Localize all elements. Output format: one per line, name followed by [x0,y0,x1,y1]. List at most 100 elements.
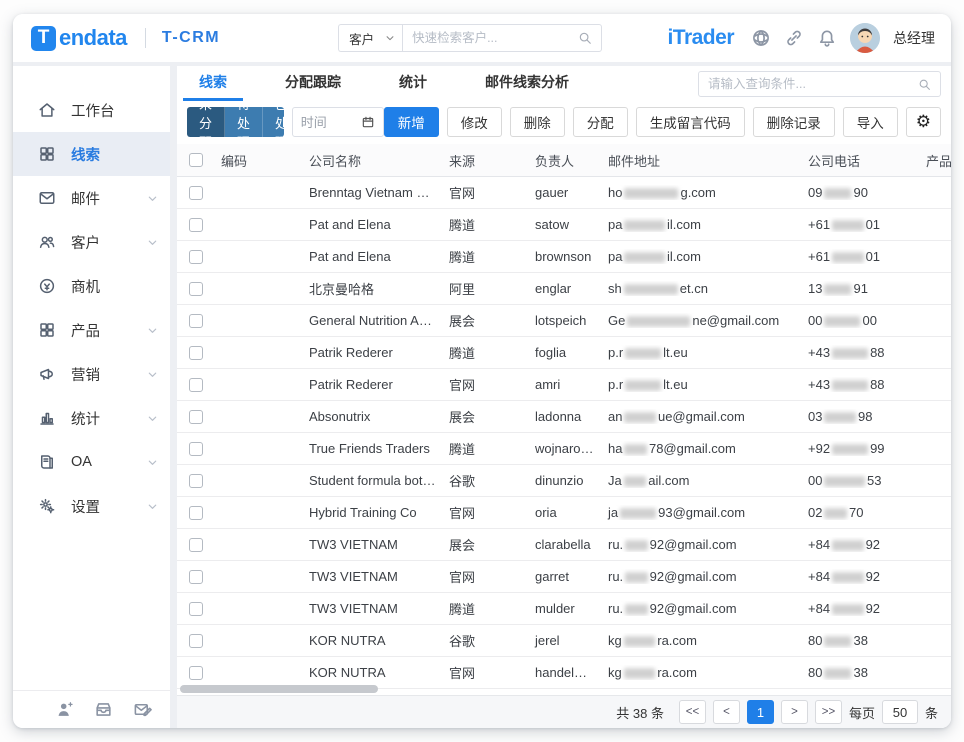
table-row[interactable]: KOR NUTRA谷歌jerelkgxxxxxxxra.com80xxxxxx3… [177,625,951,657]
itrader-brand[interactable]: iTrader [667,26,734,50]
pager-button[interactable]: < [713,700,740,724]
tab-分配跟踪[interactable]: 分配跟踪 [269,66,357,101]
row-checkbox[interactable] [189,666,203,680]
page-size-select[interactable]: 50 [882,700,918,724]
action-button-分配[interactable]: 分配 [573,107,628,137]
tab-线索[interactable]: 线索 [183,66,243,101]
row-checkbox[interactable] [189,218,203,232]
compose-mail-icon[interactable] [133,700,152,719]
cell-owner: wojnarowski [529,441,602,456]
avatar[interactable] [850,23,880,53]
tendata-logo[interactable]: T endata T-CRM [31,25,220,51]
globe-icon[interactable] [751,28,771,48]
column-header-产品名称: 产品名称 [920,151,951,170]
sidebar-item-营销[interactable]: 营销 [13,352,170,396]
table-row[interactable]: Patrik Rederer腾道fogliap.rxxxxxxxxlt.eu+4… [177,337,951,369]
pager-button[interactable]: >> [815,700,842,724]
add-button[interactable]: 新增 [384,107,439,137]
row-checkbox[interactable] [189,570,203,584]
person-add-icon[interactable] [55,700,74,719]
action-button-删除记录[interactable]: 删除记录 [753,107,835,137]
table-row[interactable]: Brenntag Vietnam Co. LTD官网gauerhoxxxxxxx… [177,177,951,209]
row-checkbox[interactable] [189,378,203,392]
table-row[interactable]: Absonutrix展会ladonnaanxxxxxxxue@gmail.com… [177,401,951,433]
tab-邮件线索分析[interactable]: 邮件线索分析 [469,66,585,101]
cell-company: KOR NUTRA [303,633,443,648]
bell-icon[interactable] [817,28,837,48]
cell-source: 展会 [443,407,529,426]
global-search-input[interactable] [412,31,578,45]
sidebar-item-客户[interactable]: 客户 [13,220,170,264]
redacted-text: xxxxxxx [832,572,864,583]
cell-source: 腾道 [443,439,529,458]
cell-company: Patrik Rederer [303,377,443,392]
row-checkbox[interactable] [189,346,203,360]
sidebar-item-统计[interactable]: 统计 [13,396,170,440]
cell-company: TW3 VIETNAM [303,601,443,616]
sidebar-item-线索[interactable]: 线索 [13,132,170,176]
row-checkbox[interactable] [189,442,203,456]
sidebar-item-工作台[interactable]: 工作台 [13,88,170,132]
table-row[interactable]: Patrik Rederer官网amrip.rxxxxxxxxlt.eu+43x… [177,369,951,401]
table-row[interactable]: TW3 VIETNAM腾道mulderru.xxxxx92@gmail.com+… [177,593,951,625]
table-row[interactable]: 北京曼哈格阿里englarshxxxxxxxxxxxxet.cn13xxxxxx… [177,273,951,305]
table-row[interactable]: General Nutrition Agency ...展会lotspeichG… [177,305,951,337]
horizontal-scrollbar[interactable] [180,685,378,693]
link-icon[interactable] [784,28,804,48]
cell-email: shxxxxxxxxxxxxet.cn [602,281,802,296]
filter-待处理[interactable]: 待处理 [225,107,263,137]
sidebar-item-邮件[interactable]: 邮件 [13,176,170,220]
query-input[interactable] [708,77,918,91]
table-settings-gear-icon[interactable]: ⚙ [906,107,941,137]
row-checkbox[interactable] [189,282,203,296]
sidebar-item-产品[interactable]: 产品 [13,308,170,352]
cell-company: Patrik Rederer [303,345,443,360]
column-header-编码: 编码 [215,151,303,170]
action-button-修改[interactable]: 修改 [447,107,502,137]
row-checkbox[interactable] [189,634,203,648]
table-row[interactable]: Pat and Elena腾道satowpaxxxxxxxxxil.com+61… [177,209,951,241]
action-button-删除[interactable]: 删除 [510,107,565,137]
row-checkbox[interactable] [189,506,203,520]
row-checkbox[interactable] [189,250,203,264]
sidebar-item-OA[interactable]: OA [13,440,170,484]
search-category-select[interactable]: 客户 [338,24,402,52]
cell-email: kgxxxxxxxra.com [602,633,802,648]
redacted-text: xxxxxxxxxxxx [624,188,678,199]
redacted-text: xxxxxxx [832,252,864,263]
cell-source: 腾道 [443,215,529,234]
action-button-导入[interactable]: 导入 [843,107,898,137]
table-row[interactable]: Student formula botanica谷歌dinunzioJaxxxx… [177,465,951,497]
table-row[interactable]: TW3 VIETNAM展会clarabellaru.xxxxx92@gmail.… [177,529,951,561]
cell-owner: satow [529,217,602,232]
sidebar: 工作台线索邮件客户商机产品营销统计OA设置 [13,66,170,728]
sidebar-item-商机[interactable]: 商机 [13,264,170,308]
sidebar-item-设置[interactable]: 设置 [13,484,170,528]
pager-current-page[interactable]: 1 [747,700,774,724]
filter-未分配[interactable]: 未分配 [187,107,225,137]
table-row[interactable]: True Friends Traders腾道wojnarowskihaxxxxx… [177,433,951,465]
pager-button[interactable]: << [679,700,706,724]
inbox-icon[interactable] [94,700,113,719]
row-checkbox[interactable] [189,538,203,552]
pager-button[interactable]: > [781,700,808,724]
cell-email: paxxxxxxxxxil.com [602,249,802,264]
row-checkbox[interactable] [189,474,203,488]
table-row[interactable]: Pat and Elena腾道brownsonpaxxxxxxxxxil.com… [177,241,951,273]
select-all-checkbox[interactable] [189,153,203,167]
redacted-text: xxxxxxxx [824,316,860,327]
tab-统计[interactable]: 统计 [383,66,443,101]
table-row[interactable]: Hybrid Training Co官网oriajaxxxxxxxx93@gma… [177,497,951,529]
row-checkbox[interactable] [189,602,203,616]
row-checkbox[interactable] [189,186,203,200]
table-row[interactable]: TW3 VIETNAM官网garretru.xxxxx92@gmail.com+… [177,561,951,593]
filter-已处理[interactable]: 已处理 [263,107,284,137]
row-checkbox[interactable] [189,314,203,328]
cell-owner: ladonna [529,409,602,424]
calendar-icon[interactable] [361,115,375,129]
row-checkbox[interactable] [189,410,203,424]
action-button-生成留言代码[interactable]: 生成留言代码 [636,107,745,137]
chevron-down-icon [147,457,158,468]
date-input[interactable] [301,115,361,130]
cell-owner: dinunzio [529,473,602,488]
